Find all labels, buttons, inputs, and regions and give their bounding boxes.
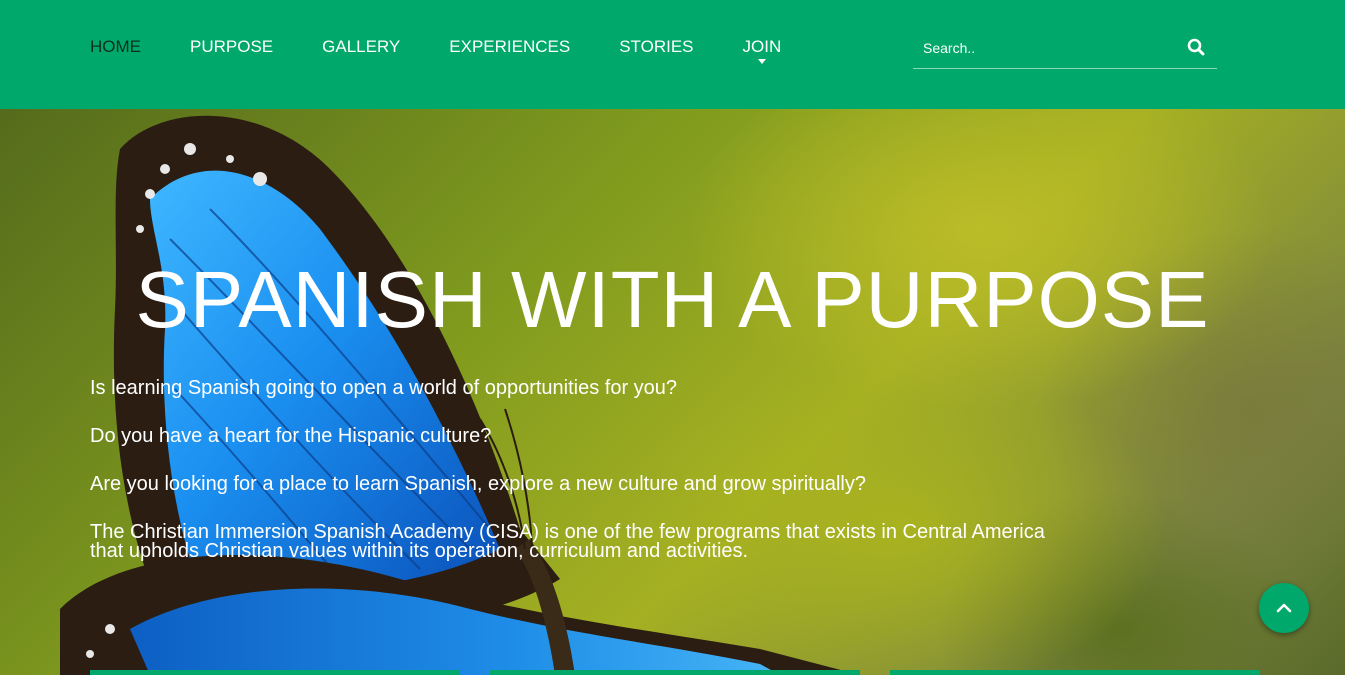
caret-down-icon (757, 59, 766, 64)
hero-paragraph: Is learning Spanish going to open a worl… (90, 377, 678, 399)
search-input[interactable] (913, 28, 1173, 68)
nav-join-label: JOIN (742, 37, 782, 56)
top-navbar: HOME PURPOSE GALLERY EXPERIENCES STORIES… (0, 0, 1345, 109)
nav-gallery[interactable]: GALLERY (322, 37, 400, 57)
nav-home[interactable]: HOME (90, 37, 141, 57)
scroll-to-top-button[interactable] (1259, 583, 1309, 633)
hero-intro: Is learning Spanish going to open a worl… (90, 377, 1070, 590)
hero-section: SPANISH WITH A PURPOSE Is learning Spani… (0, 109, 1345, 675)
hero-title: SPANISH WITH A PURPOSE (135, 255, 1210, 344)
nav-experiences[interactable]: EXPERIENCES (449, 37, 570, 57)
nav-join[interactable]: JOIN (742, 37, 782, 64)
chevron-up-icon (1276, 603, 1292, 613)
search-box (913, 28, 1217, 69)
hero-paragraph: Do you have a heart for the Hispanic cul… (90, 425, 492, 447)
card-top-border (90, 670, 460, 675)
card-top-border (890, 670, 1260, 675)
page: HOME PURPOSE GALLERY EXPERIENCES STORIES… (0, 0, 1345, 675)
search-icon[interactable] (1187, 38, 1207, 58)
hero-paragraph: The Christian Immersion Spanish Academy … (90, 521, 1045, 562)
nav-purpose[interactable]: PURPOSE (190, 37, 273, 57)
main-nav: HOME PURPOSE GALLERY EXPERIENCES STORIES… (90, 37, 830, 64)
nav-stories[interactable]: STORIES (619, 37, 693, 57)
card-top-border (490, 670, 860, 675)
hero-paragraph: Are you looking for a place to learn Spa… (90, 473, 866, 495)
